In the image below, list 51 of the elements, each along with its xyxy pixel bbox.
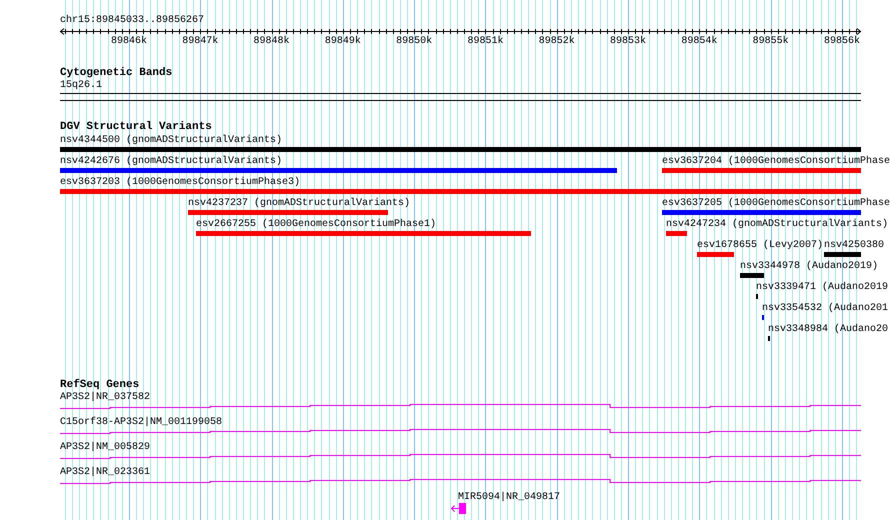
ruler-label: 89854k [681,36,718,47]
ruler-label: 89846k [110,36,147,47]
variant-bar[interactable] [740,273,764,278]
ruler-label: 89850k [396,36,432,47]
variant-bar[interactable] [662,210,861,215]
ruler-label: 89855k [752,36,789,47]
ruler-label: 89856k [824,36,860,47]
variant-bar[interactable] [60,168,617,173]
ruler-label: 89853k [610,36,646,47]
transcript-line[interactable] [60,479,862,484]
track-title: DGV Structural Variants [60,121,212,133]
ruler-label: 89852k [538,36,575,47]
variant-label: nsv3344978 (Audano2019) [740,261,878,272]
ruler-label: 89848k [254,36,290,47]
location-label: chr15:89845033..89856267 [60,15,204,26]
variant-label: esv3637204 (1000GenomesConsortiumPhase [662,156,890,167]
variant-label: nsv4250380 [824,240,884,251]
variant-label: nsv3339471 (Audano2019 [756,282,888,293]
gene-label: AP3S2|NR_023361 [60,467,150,478]
gene-label: AP3S2|NM_005829 [60,442,150,453]
variant-label: nsv4237237 (gnomADStructuralVariants) [188,198,410,209]
band-label: 15q26.1 [60,80,102,91]
gene-label: C15orf38-AP3S2|NM_001199058 [60,417,222,428]
variant-label: esv2667255 (1000GenomesConsortiumPhase1) [196,219,436,230]
variant-label: nsv4344500 (gnomADStructuralVariants) [60,135,282,146]
variant-bar[interactable] [697,252,734,257]
variant-label: esv3637203 (1000GenomesConsortiumPhase3) [60,177,300,188]
mirna-gene-glyph[interactable] [451,503,466,514]
variant-bar[interactable] [196,231,531,236]
variant-label: nsv4247234 (gnomADStructuralVariants) [666,219,888,230]
variant-bar[interactable] [60,147,861,152]
ruler-label: 89847k [182,36,218,47]
variant-bar[interactable] [662,168,861,173]
variant-bar[interactable] [666,231,687,236]
gene-label: AP3S2|NR_037582 [60,392,150,403]
variant-label: nsv3354532 (Audano201 [762,303,888,314]
variant-label: nsv3348984 (Audano20 [768,324,888,335]
variant-bar[interactable] [824,252,861,257]
transcript-line[interactable] [60,429,862,434]
variant-bar[interactable] [60,189,861,194]
gene-label: MIR5094|NR_049817 [458,492,560,503]
transcript-line[interactable] [60,454,862,459]
variant-label: nsv4242676 (gnomADStructuralVariants) [60,156,282,167]
variant-label: esv1678655 (Levy2007) [697,240,824,251]
track-title: RefSeq Genes [60,379,140,391]
ruler-label: 89851k [467,36,504,47]
ruler-label: 89849k [324,36,361,47]
transcript-line[interactable] [60,404,862,409]
track-title: Cytogenetic Bands [60,67,172,79]
variant-bar[interactable] [188,210,388,215]
variant-label: esv3637205 (1000GenomesConsortiumPhase [662,198,890,209]
